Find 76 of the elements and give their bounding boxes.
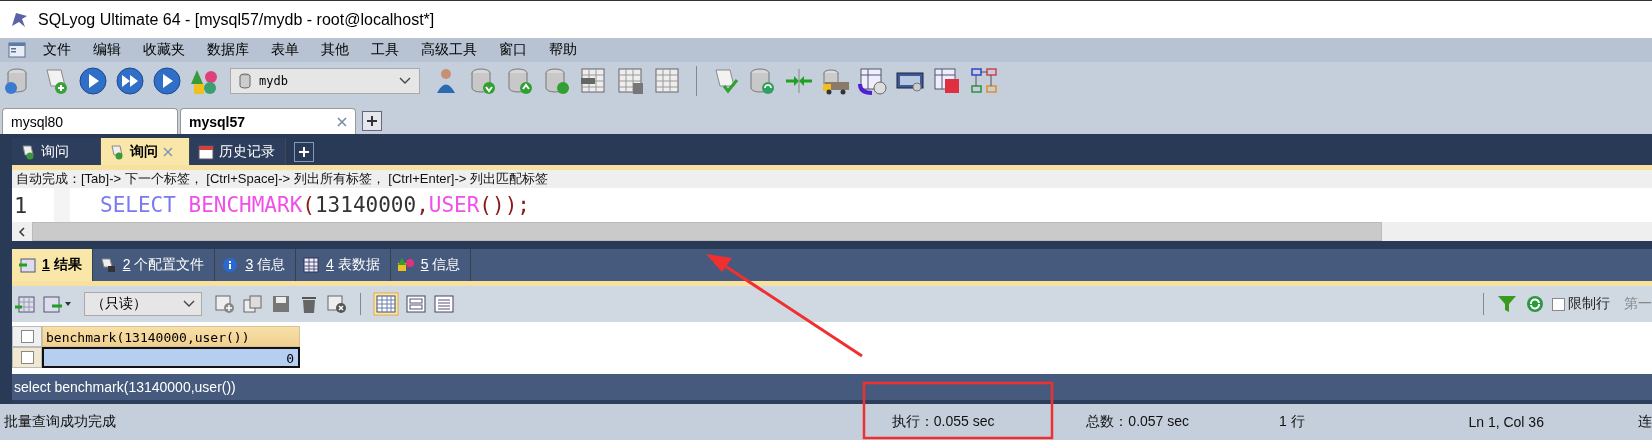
close-icon[interactable] <box>163 146 173 157</box>
status-message: 批量查询成功完成 <box>3 413 117 431</box>
first-row-label: 第一 <box>1623 295 1652 313</box>
table-grid-icon[interactable] <box>932 66 962 96</box>
fast-forward-icon[interactable] <box>115 66 145 96</box>
new-tab-button[interactable] <box>362 111 382 131</box>
scroll-icon <box>20 143 36 160</box>
chevron-left-icon <box>18 226 26 237</box>
table-icon <box>302 257 321 273</box>
mode-select[interactable]: （只读） <box>84 292 202 316</box>
query-tab[interactable]: 历史记录 <box>190 138 286 165</box>
menu-item[interactable]: 文件 <box>32 41 82 59</box>
shapes-icon <box>396 257 415 273</box>
row-checkbox[interactable] <box>12 347 42 368</box>
grid-view-icon[interactable] <box>373 292 399 316</box>
plus-icon <box>298 145 310 158</box>
connection-status: 连 <box>1638 413 1652 431</box>
menu-item[interactable]: 编辑 <box>82 41 132 59</box>
chevron-down-icon <box>183 300 195 308</box>
window-title: SQLyog Ultimate 64 - [mysql57/mydb - root@localhost*] <box>38 10 435 29</box>
calendar-icon <box>198 143 214 160</box>
limit-rows-checkbox[interactable]: 限制行 <box>1552 295 1610 313</box>
add-row-icon[interactable] <box>214 294 236 314</box>
connection-tab[interactable]: mysql57 <box>180 108 356 134</box>
column-header[interactable]: benchmark(13140000,user()) <box>42 326 300 347</box>
merge-arrows-icon[interactable] <box>784 66 814 96</box>
table-calculator-icon[interactable] <box>616 66 646 96</box>
menu-item[interactable]: 高级工具 <box>410 41 488 59</box>
new-query-tab-button[interactable] <box>294 141 314 162</box>
chevron-down-icon <box>399 77 411 85</box>
row-count: 1 行 <box>1278 413 1306 431</box>
database-sync-icon[interactable] <box>747 66 777 96</box>
database-icon <box>239 73 251 89</box>
database-select[interactable]: mydb <box>230 68 420 94</box>
cursor-position: Ln 1, Col 36 <box>1468 414 1545 430</box>
connection-tab[interactable]: mysql80 <box>2 108 178 134</box>
menu-item[interactable]: 收藏夹 <box>132 41 196 59</box>
close-icon[interactable] <box>337 116 347 127</box>
total-time: 总数：0.057 sec <box>1086 413 1191 431</box>
text-view-icon[interactable] <box>433 294 455 314</box>
table-clock-icon[interactable] <box>858 66 888 96</box>
select-all-checkbox[interactable] <box>12 326 42 347</box>
sql-code[interactable]: SELECT BENCHMARK(13140000,USER()); <box>100 193 530 217</box>
filter-icon[interactable] <box>1496 294 1518 314</box>
table-import-icon[interactable] <box>14 294 36 314</box>
info-icon <box>221 257 240 273</box>
delete-row-icon[interactable] <box>326 294 348 314</box>
refresh-icon[interactable] <box>1524 294 1546 314</box>
result-tab[interactable]: 1 结果 <box>12 249 93 281</box>
execution-time: 执行：0.055 sec <box>891 413 996 431</box>
line-number: 1 <box>13 192 29 218</box>
copy-row-icon[interactable] <box>242 294 264 314</box>
database-truck-icon[interactable] <box>821 66 851 96</box>
query-tab[interactable]: 询问 <box>101 138 190 165</box>
table-export-dropdown-icon[interactable] <box>42 294 72 314</box>
menu-item[interactable]: 数据库 <box>196 41 260 59</box>
menu-item[interactable]: 其他 <box>310 41 360 59</box>
save-icon[interactable] <box>270 294 292 314</box>
query-tab[interactable]: 询问 <box>12 138 101 165</box>
menu-item[interactable]: 工具 <box>360 41 410 59</box>
scroll-icon <box>109 143 125 160</box>
table-cell: 0 <box>42 347 300 368</box>
menu-item[interactable]: 帮助 <box>538 41 588 59</box>
scrollbar-thumb[interactable] <box>32 222 1382 241</box>
database-download-icon[interactable] <box>468 66 498 96</box>
plus-icon <box>366 115 378 127</box>
form-view-icon[interactable] <box>405 294 427 314</box>
executed-query: select benchmark(13140000,user()) <box>12 374 1652 404</box>
play-icon[interactable] <box>78 66 108 96</box>
autocomplete-hint: 自动完成：[Tab]-> 下一个标签， [Ctrl+Space]-> 列出所有标签， [Ctrl+Enter]-> 列出匹配标签 <box>12 170 1652 188</box>
menu-item[interactable]: 表单 <box>260 41 310 59</box>
table-import-icon <box>18 257 36 273</box>
menu-item[interactable]: 窗口 <box>488 41 538 59</box>
diagram-icon[interactable] <box>969 66 999 96</box>
window-menu-icon[interactable] <box>8 42 26 58</box>
database-upload-icon[interactable] <box>505 66 535 96</box>
